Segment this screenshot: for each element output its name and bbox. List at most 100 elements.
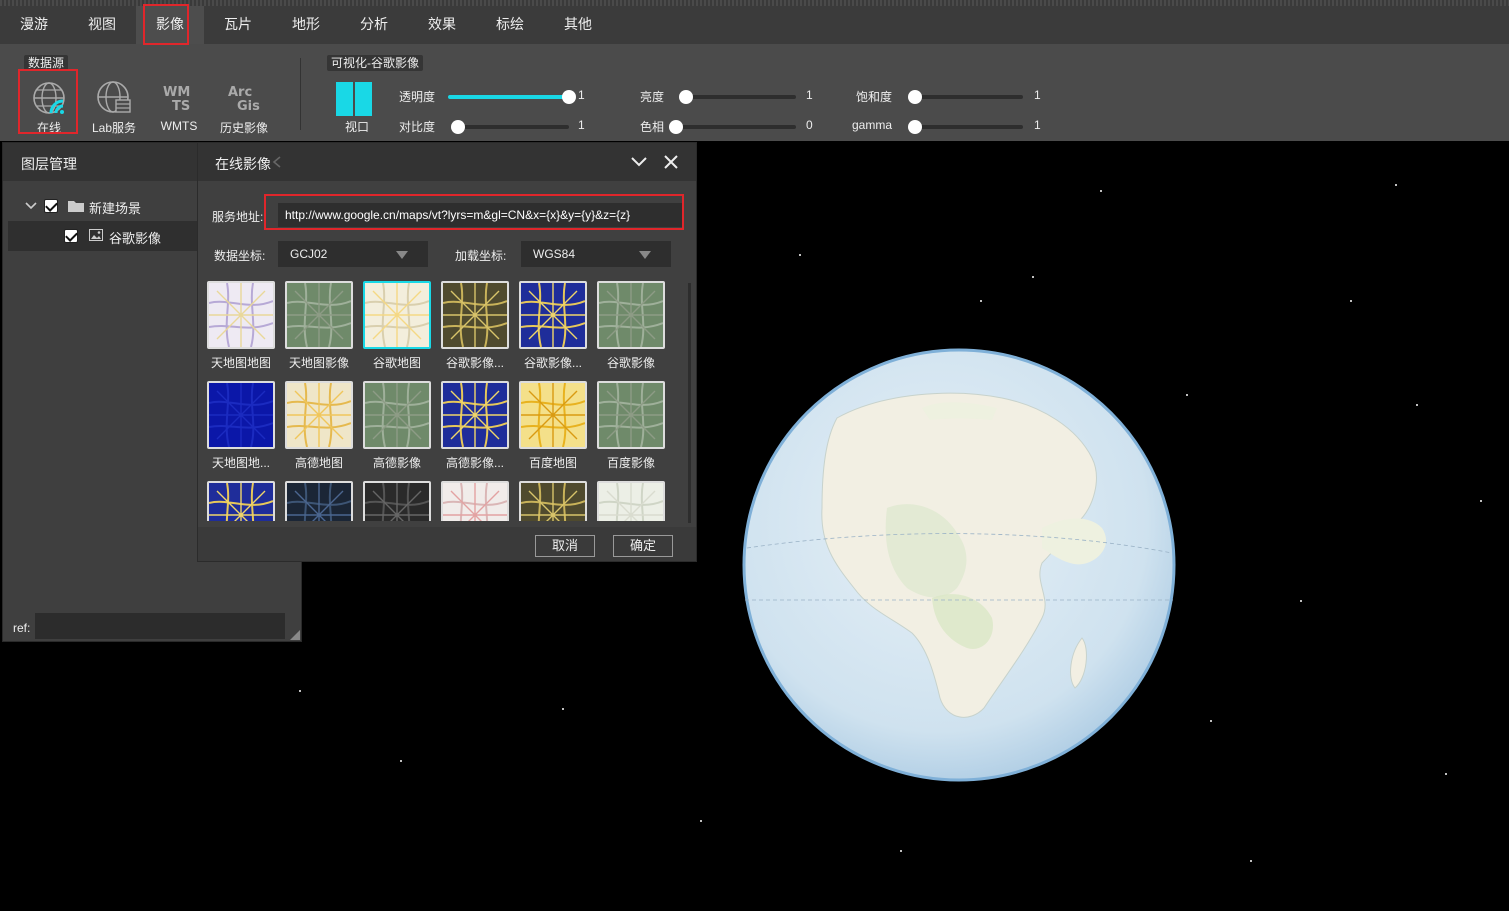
google-imagery-label: 谷歌影像	[109, 231, 162, 246]
basemap-tile[interactable]: 高德影像	[362, 381, 432, 481]
menu-item-7[interactable]: 标绘	[476, 6, 544, 44]
basemap-tile[interactable]	[206, 481, 276, 521]
basemap-tile[interactable]	[518, 481, 588, 521]
basemap-tile-name: 百度地图	[528, 456, 577, 470]
basemap-tile-name: 高德地图	[294, 456, 343, 470]
menu-item-6[interactable]: 效果	[408, 6, 476, 44]
earth-globe[interactable]	[742, 348, 1176, 782]
ok-button[interactable]: 确定	[613, 535, 673, 557]
slider-track-4[interactable]	[908, 90, 1023, 104]
basemap-thumbnail	[285, 481, 353, 521]
basemap-tile-name: 谷歌地图	[372, 356, 421, 370]
basemap-tile-name: 谷歌影像	[606, 356, 655, 370]
online-source-label: 在线	[36, 121, 61, 135]
slider-label-1: 对比度	[399, 120, 436, 134]
basemap-tile[interactable]	[596, 481, 666, 521]
basemap-tile[interactable]: 天地图地图	[206, 281, 276, 381]
menu-item-8[interactable]: 其他	[544, 6, 612, 44]
online-source-button[interactable]: 在线	[19, 80, 79, 142]
star	[299, 690, 301, 692]
slider-track-5[interactable]	[908, 120, 1023, 134]
load-crs-label: 加载坐标:	[455, 249, 507, 263]
basemap-thumbnail	[285, 281, 353, 349]
basemap-thumbnail	[519, 481, 587, 521]
slider-track-1[interactable]	[451, 120, 569, 134]
menu-item-5[interactable]: 分析	[340, 6, 408, 44]
star	[1395, 184, 1397, 186]
slider-track-3[interactable]	[669, 120, 796, 134]
tree-node-google-imagery[interactable]: 谷歌影像	[8, 221, 198, 251]
history-imagery-button[interactable]: Arc Gis 历史影像	[214, 80, 274, 142]
service-url-label: 服务地址:	[212, 210, 264, 224]
basemap-tile[interactable]: 百度影像	[596, 381, 666, 481]
basemap-tile-name: 天地图地...	[211, 456, 270, 470]
basemap-tile[interactable]	[440, 481, 510, 521]
globe-online-icon	[33, 82, 65, 114]
grid-scrollbar[interactable]	[688, 283, 691, 523]
resize-handle-icon[interactable]	[290, 630, 300, 640]
basemap-thumbnail	[207, 481, 275, 521]
star	[1445, 773, 1447, 775]
slider-label-5: gamma	[852, 118, 893, 132]
scene-checkbox[interactable]	[44, 199, 58, 213]
wmts-button[interactable]: WM TS WMTS	[149, 80, 209, 142]
slider-value-2: 1	[806, 88, 813, 102]
folder-icon	[68, 201, 84, 212]
slider-value-4: 1	[1034, 88, 1041, 102]
slider-track-0[interactable]	[448, 90, 576, 104]
viewport-label: 视口	[344, 120, 369, 134]
basemap-tile[interactable]: 百度地图	[518, 381, 588, 481]
slider-track-2[interactable]	[679, 90, 796, 104]
chevron-down-icon[interactable]	[25, 202, 37, 210]
lab-service-label: Lab服务	[91, 121, 137, 135]
star	[1210, 720, 1212, 722]
basemap-tile[interactable]	[362, 481, 432, 521]
slider-thumb-0[interactable]	[562, 90, 576, 104]
viewport-button[interactable]: 视口	[335, 82, 375, 134]
lab-service-button[interactable]: Lab服务	[84, 80, 144, 142]
star	[900, 850, 902, 852]
slider-thumb-2[interactable]	[679, 90, 693, 104]
basemap-tile[interactable]: 高德影像...	[440, 381, 510, 481]
basemap-thumbnail	[441, 481, 509, 521]
data-crs-label: 数据坐标:	[214, 249, 266, 263]
load-crs-value: WGS84	[533, 247, 576, 261]
slider-value-5: 1	[1034, 118, 1041, 132]
basemap-tile[interactable]: 高德地图	[284, 381, 354, 481]
basemap-tile[interactable]: 谷歌地图	[362, 281, 432, 381]
service-url-input[interactable]	[278, 203, 682, 227]
basemap-tile[interactable]	[284, 481, 354, 521]
star	[799, 254, 801, 256]
menu-item-2[interactable]: 影像	[136, 6, 204, 44]
slider-value-3: 0	[806, 118, 813, 132]
menu-item-4[interactable]: 地形	[272, 6, 340, 44]
slider-thumb-4[interactable]	[908, 90, 922, 104]
menu-item-1[interactable]: 视图	[68, 6, 136, 44]
basemap-tile-name: 天地图影像	[288, 356, 349, 370]
basemap-tile-name: 谷歌影像...	[523, 356, 582, 370]
cancel-button[interactable]: 取消	[535, 535, 595, 557]
menu-item-0[interactable]: 漫游	[0, 6, 68, 44]
basemap-tile[interactable]: 天地图地...	[206, 381, 276, 481]
basemap-tile[interactable]: 谷歌影像...	[440, 281, 510, 381]
collapse-chevron-icon[interactable]	[631, 157, 647, 167]
load-crs-select[interactable]: WGS84	[521, 241, 671, 267]
menu-item-3[interactable]: 瓦片	[204, 6, 272, 44]
layer-panel-title: 图层管理	[21, 156, 77, 172]
slider-thumb-5[interactable]	[908, 120, 922, 134]
slider-thumb-1[interactable]	[451, 120, 465, 134]
dropdown-arrow-icon	[639, 251, 651, 259]
slider-thumb-3[interactable]	[669, 120, 683, 134]
data-crs-select[interactable]: GCJ02	[278, 241, 428, 267]
basemap-tile[interactable]: 谷歌影像...	[518, 281, 588, 381]
close-icon[interactable]	[664, 155, 678, 169]
google-imagery-checkbox[interactable]	[64, 229, 78, 243]
basemap-thumbnail	[519, 281, 587, 349]
arcgis-icon: Arc Gis	[228, 85, 260, 114]
basemap-tile[interactable]: 谷歌影像	[596, 281, 666, 381]
ribbon-toolbar: 数据源 在线 Lab服务 WM TS WMTS Arc Gis 历史影像 可视化…	[0, 44, 1509, 141]
visualization-group-label: 可视化-谷歌影像	[327, 55, 423, 71]
ref-input[interactable]	[35, 613, 285, 639]
chevron-left-icon[interactable]	[272, 156, 282, 168]
basemap-tile[interactable]: 天地图影像	[284, 281, 354, 381]
